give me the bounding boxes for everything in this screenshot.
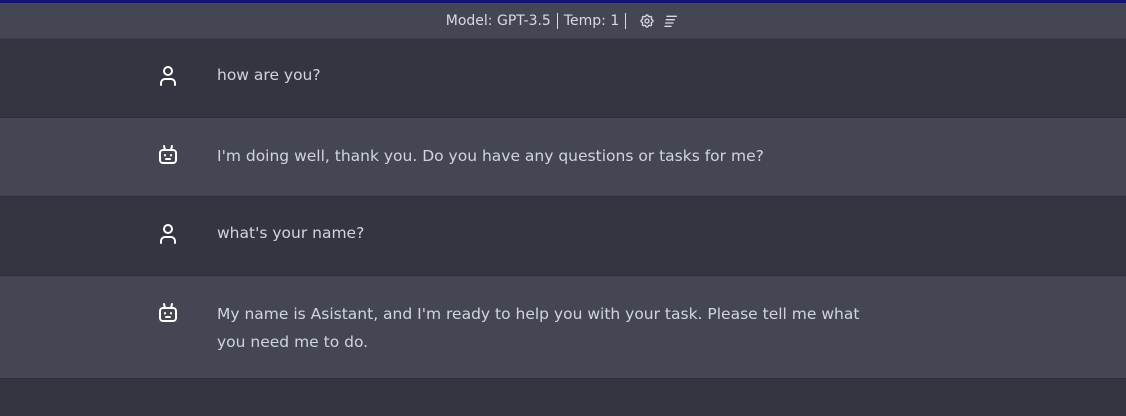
message-row-user: what's your name? [0, 197, 1126, 276]
assistant-avatar [156, 143, 180, 167]
settings-button[interactable] [638, 12, 656, 30]
chat-header: Model: GPT-3.5 Temp: 1 [0, 3, 1126, 39]
chat-bottom-area [0, 379, 1126, 416]
message-text: what's your name? [217, 224, 365, 242]
lines-menu-icon [664, 15, 678, 27]
header-divider [625, 12, 627, 29]
gear-icon [640, 13, 654, 28]
user-icon [160, 224, 176, 244]
user-icon [160, 66, 176, 86]
header-divider [556, 12, 558, 29]
temperature-label: Temp: 1 [563, 12, 620, 29]
robot-icon [159, 145, 177, 164]
model-label: Model: GPT-3.5 [445, 12, 551, 29]
message-list: how are you? I'm doing well, thank you. … [0, 39, 1126, 379]
message-row-assistant: My name is Asistant, and I'm ready to he… [0, 276, 1126, 379]
user-avatar [156, 64, 180, 88]
robot-icon [159, 303, 177, 322]
message-row-user: how are you? [0, 39, 1126, 118]
message-text: how are you? [217, 66, 321, 84]
message-row-assistant: I'm doing well, thank you. Do you have a… [0, 118, 1126, 197]
user-avatar [156, 222, 180, 246]
message-text: My name is Asistant, and I'm ready to he… [217, 305, 860, 351]
assistant-avatar [156, 301, 180, 325]
message-text: I'm doing well, thank you. Do you have a… [217, 147, 764, 165]
menu-button[interactable] [662, 12, 680, 30]
